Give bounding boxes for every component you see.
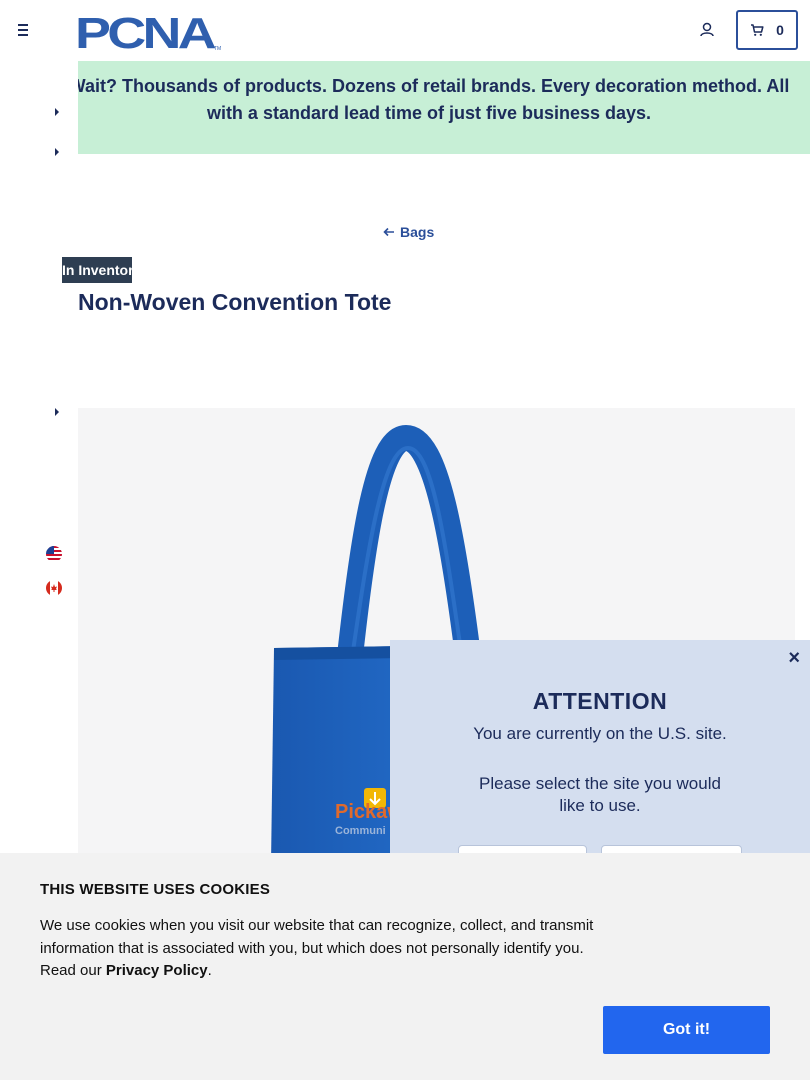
caret-right-icon[interactable] <box>53 147 61 157</box>
back-link-label: Bags <box>400 224 435 240</box>
site-header: PCNA TM 0 <box>0 0 810 60</box>
caret-right-icon[interactable] <box>53 407 61 417</box>
account-user-icon[interactable] <box>698 21 716 39</box>
product-title: Non-Woven Convention Tote <box>78 289 392 315</box>
popup-title: ATTENTION <box>532 688 668 714</box>
arrow-left-icon <box>383 227 394 237</box>
logo-trademark: TM <box>214 46 221 52</box>
inventory-badge: In Inventory <box>62 257 132 283</box>
logo-wordmark: PCNA <box>75 10 216 52</box>
accept-cookies-button[interactable]: Got it! <box>603 1006 770 1054</box>
page: PCNA TM 0 Wait? Thousands of products. D… <box>0 0 810 1080</box>
cookie-text-end: . <box>207 962 212 979</box>
privacy-policy-link[interactable]: Privacy Policy <box>106 962 208 979</box>
cart-count: 0 <box>776 22 784 38</box>
popup-current-site-text: You are currently on the U.S. site. <box>473 724 727 743</box>
cookie-text: We use cookies when you visit our websit… <box>40 915 610 983</box>
imprint-subtext: Communi <box>335 825 386 837</box>
promo-banner: Wait? Thousands of products. Dozens of r… <box>78 61 810 154</box>
pcna-logo[interactable]: PCNA TM <box>75 10 225 52</box>
back-to-category-link[interactable]: Bags <box>383 223 434 241</box>
site-selection-popup: × ATTENTION You are currently on the U.S… <box>390 640 810 881</box>
promo-text: Wait? Thousands of products. Dozens of r… <box>78 76 790 123</box>
hamburger-menu-icon[interactable] <box>18 20 38 40</box>
cookie-title: THIS WEBSITE USES COOKIES <box>40 881 271 898</box>
popup-close-icon[interactable]: × <box>788 648 800 668</box>
cart-button[interactable]: 0 <box>736 10 798 50</box>
caret-right-icon[interactable] <box>53 107 61 117</box>
cookie-banner: THIS WEBSITE USES COOKIES We use cookies… <box>0 853 810 1080</box>
popup-select-site-text: Please select the site you would like to… <box>479 774 721 815</box>
cart-icon <box>751 24 764 36</box>
canada-flag-icon[interactable] <box>46 580 62 596</box>
us-flag-icon[interactable] <box>46 546 62 562</box>
